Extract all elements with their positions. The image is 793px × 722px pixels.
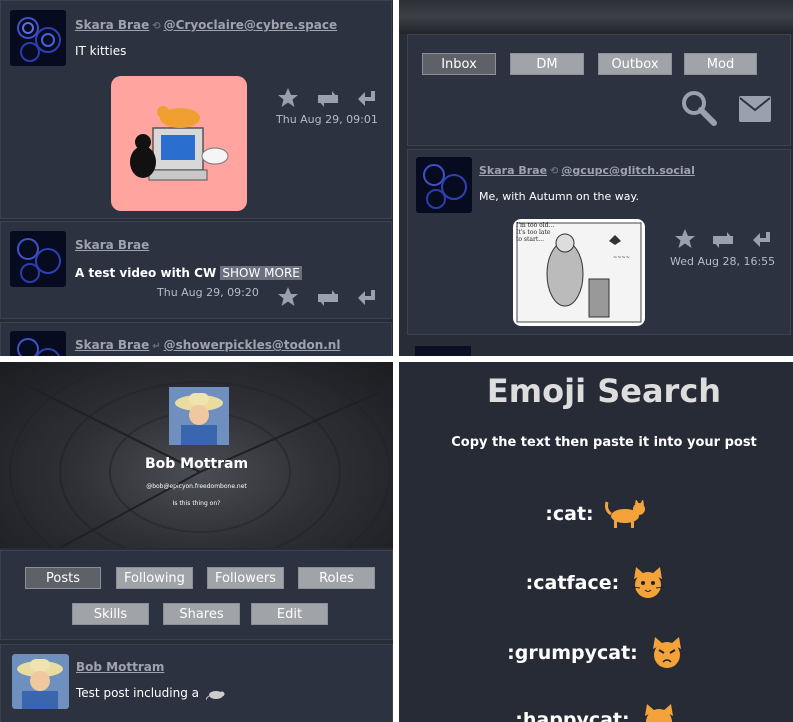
- post-content: Test post including a: [76, 686, 226, 700]
- emoji-row[interactable]: :cat:: [399, 499, 793, 528]
- boosted-handle[interactable]: @gcupc@glitch.social: [561, 164, 694, 177]
- inbox-panel: Inbox DM Outbox Mod Skara Brae ⟲ @gcupc@gl…: [399, 0, 793, 356]
- post-author-link[interactable]: Skara Brae ↵ @showerpickles@todon.nl: [75, 338, 340, 352]
- timeline-post: Skara Brae ⟲ @Cryoclaire@cybre.space IT ki…: [0, 0, 392, 219]
- author-name[interactable]: Skara Brae: [75, 238, 149, 252]
- timeline-post: Bob Mottram Test post including a: [0, 644, 393, 722]
- avatar[interactable]: [10, 331, 66, 356]
- timeline-panel: Skara Brae ⟲ @Cryoclaire@cybre.space IT ki…: [0, 0, 393, 356]
- profile-bio: Is this thing on?: [172, 500, 221, 507]
- tab-outbox[interactable]: Outbox: [598, 53, 672, 75]
- swirl-avatar-icon: [416, 157, 472, 213]
- tab-following[interactable]: Following: [116, 567, 193, 589]
- tab-skills[interactable]: Skills: [72, 603, 149, 625]
- svg-text:~~~~: ~~~~: [613, 255, 630, 261]
- swirl-avatar-icon: [10, 331, 66, 356]
- boosted-handle[interactable]: @Cryoclaire@cybre.space: [164, 18, 338, 32]
- emoji-shortcode[interactable]: :happycat:: [515, 709, 629, 722]
- timeline-post: Skara Brae ⟲ @gcupc@glitch.social Me, with…: [407, 149, 791, 335]
- tab-inbox[interactable]: Inbox: [422, 53, 496, 75]
- repeat-icon[interactable]: [315, 87, 338, 109]
- profile-display-name: Bob Mottram: [144, 456, 249, 472]
- show-more-button[interactable]: SHOW MORE: [220, 266, 302, 280]
- reply-icon[interactable]: [357, 286, 379, 308]
- tab-followers[interactable]: Followers: [207, 567, 284, 589]
- grumpycat-emoji-icon: [652, 637, 681, 668]
- post-content: IT kitties: [75, 44, 127, 58]
- post-text: Test post including a: [76, 686, 199, 700]
- author-name[interactable]: Skara Brae: [479, 164, 547, 177]
- cat-emoji-icon: [604, 499, 645, 528]
- header-banner: [399, 0, 793, 34]
- timeline-post: Skara Brae A test video with CW SHOW MOR…: [0, 221, 392, 319]
- profile-handle[interactable]: @bob@epicyon.freedombone.net: [0, 483, 393, 490]
- repeat-icon[interactable]: [315, 286, 338, 308]
- profile-avatar[interactable]: [169, 387, 229, 445]
- tab-dm[interactable]: DM: [510, 53, 584, 75]
- page-subtitle: Copy the text then paste it into your po…: [451, 435, 757, 450]
- tab-edit[interactable]: Edit: [251, 603, 328, 625]
- post-image[interactable]: ~~~~ I'm too old... It's too late to sta…: [513, 219, 645, 326]
- repeat-icon[interactable]: [710, 228, 733, 250]
- person-hat-icon: [169, 387, 229, 445]
- author-name[interactable]: Skara Brae: [75, 18, 149, 32]
- emoji-shortcode[interactable]: :grumpycat:: [507, 642, 638, 664]
- swirl-avatar-icon: [10, 231, 66, 287]
- page-title: Emoji Search: [486, 372, 722, 410]
- like-icon[interactable]: [674, 228, 696, 250]
- emoji-row[interactable]: :catface:: [399, 565, 793, 601]
- reply-to-handle[interactable]: @showerpickles@todon.nl: [164, 338, 341, 352]
- emoji-row[interactable]: :grumpycat:: [399, 635, 793, 671]
- tab-shares[interactable]: Shares: [163, 603, 240, 625]
- post-timestamp[interactable]: Thu Aug 29, 09:01: [276, 113, 378, 126]
- content-warning-text: A test video with CW: [75, 266, 217, 280]
- like-icon[interactable]: [277, 286, 299, 308]
- post-content: A test video with CW SHOW MORE: [75, 266, 302, 280]
- author-name[interactable]: Skara Brae: [75, 338, 149, 352]
- happycat-emoji-icon: [644, 704, 673, 722]
- profile-panel: Bob Mottram @bob@epicyon.freedombone.net…: [0, 362, 393, 722]
- post-author-link[interactable]: Skara Brae ⟲ @gcupc@glitch.social: [479, 164, 695, 177]
- cats-computer-icon: [130, 106, 229, 181]
- catface-emoji-icon: [632, 567, 665, 598]
- avatar[interactable]: [415, 346, 471, 356]
- timeline-post: Skara Brae ↵ @showerpickles@todon.nl: [0, 322, 392, 356]
- boost-icon: ⟲: [152, 21, 161, 32]
- reply-icon[interactable]: [357, 87, 379, 109]
- post-timestamp[interactable]: Thu Aug 29, 09:20: [157, 286, 259, 299]
- post-author-link[interactable]: Skara Brae ⟲ @Cryoclaire@cybre.space: [75, 18, 337, 32]
- boost-icon: ⟲: [550, 166, 559, 177]
- person-hat-icon: [12, 654, 69, 709]
- emoji-search-panel: Emoji Search Copy the text then paste it…: [399, 362, 793, 722]
- emoji-shortcode[interactable]: :cat:: [545, 503, 593, 525]
- author-name[interactable]: Bob Mottram: [76, 660, 164, 674]
- mail-icon[interactable]: [738, 95, 772, 127]
- search-icon[interactable]: [680, 89, 718, 131]
- profile-tabs-card: Posts Following Followers Roles Skills S…: [0, 550, 393, 640]
- reply-icon[interactable]: [752, 228, 774, 250]
- tab-posts[interactable]: Posts: [25, 567, 101, 589]
- post-content: Me, with Autumn on the way.: [479, 190, 639, 203]
- avatar[interactable]: [10, 10, 66, 66]
- rat-emoji-icon: [205, 690, 225, 700]
- avatar[interactable]: [10, 231, 66, 287]
- reply-arrow-icon: ↵: [152, 341, 161, 352]
- tab-mod[interactable]: Mod: [684, 53, 757, 75]
- avatar[interactable]: [416, 157, 472, 213]
- emoji-shortcode[interactable]: :catface:: [526, 572, 620, 594]
- like-icon[interactable]: [277, 87, 299, 109]
- swirl-avatar-icon: [10, 10, 66, 66]
- post-timestamp[interactable]: Wed Aug 28, 16:55: [670, 255, 775, 268]
- emoji-row[interactable]: :happycat:: [399, 702, 793, 722]
- cartoon-caption: I'm too old... It's too late to start...: [516, 222, 555, 243]
- post-image[interactable]: [111, 76, 247, 211]
- mailbox-tabs-card: Inbox DM Outbox Mod: [407, 34, 791, 146]
- profile-banner: Bob Mottram @bob@epicyon.freedombone.net…: [0, 362, 393, 548]
- avatar[interactable]: [12, 654, 69, 709]
- tab-roles[interactable]: Roles: [298, 567, 375, 589]
